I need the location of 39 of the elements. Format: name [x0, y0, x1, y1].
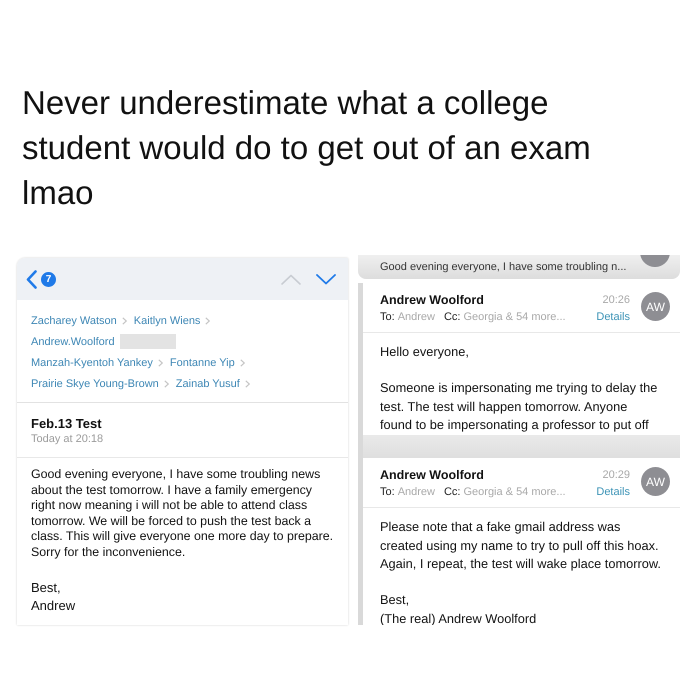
sender-name: Andrew Woolford [380, 467, 485, 484]
details-link[interactable]: Details [596, 309, 630, 326]
post-caption: Never underestimate what a college student would do to get out of an exam lmao [22, 83, 592, 213]
message-body: Please note that a fake gmail address was created using my name to try to pull off this hoax. Again, I repeat, the test will wake place tomorrow. [380, 518, 662, 573]
email-subject: Feb.13 Test [31, 415, 103, 432]
signoff-line: Best, [31, 578, 62, 597]
signoff-line: Best, [380, 591, 410, 609]
details-link[interactable]: Details [596, 484, 630, 501]
cc-recipients[interactable]: Georgia & 54 more... [463, 309, 566, 326]
down-chevron-icon[interactable] [316, 274, 336, 284]
sender-avatar: AW [641, 292, 670, 321]
email-body: Good evening everyone, I have some troubling news about the test tomorrow. I have a family emergency right now meaning i will not be able to attend class tomorrow. We will be forced to push the test back a class. This will give everyone one more day to prepare. Sorry for the inconvenience. [31, 467, 334, 561]
avatar-icon [640, 255, 670, 267]
email-date: Today at 20:18 [31, 432, 104, 447]
back-icon[interactable] [26, 270, 37, 288]
recipient-name[interactable]: Manzah-Kyentoh Yankey [31, 356, 153, 368]
signoff-line: (The real) Andrew Woolford [380, 610, 538, 625]
sender-avatar: AW [641, 467, 670, 496]
message-time: 20:26 [602, 293, 630, 308]
to-label: To: [380, 485, 395, 500]
unread-count-badge: 7 [41, 272, 56, 286]
recipient-name[interactable]: Fontanne Yip [170, 356, 235, 368]
to-recipient[interactable]: Andrew [398, 484, 435, 501]
message-preview: Good evening everyone, I have some troubling n... [380, 261, 628, 273]
cc-label: Cc: [444, 485, 460, 500]
message-body: Someone is impersonating me trying to delay the test. The test will happen tomorrow. Anyone found to be impersonating a professor to put off [380, 379, 658, 434]
recipient-name[interactable]: Kaitlyn Wiens [134, 314, 200, 326]
sender-name: Andrew Woolford [380, 292, 485, 309]
cc-label: Cc: [444, 310, 460, 325]
to-label: To: [380, 310, 395, 325]
signoff-line: Andrew [31, 596, 76, 615]
recipient-name[interactable]: Zacharey Watson [31, 314, 117, 326]
to-recipient[interactable]: Andrew [398, 309, 435, 326]
recipient-name[interactable]: Zainab Yusuf [176, 378, 240, 390]
recipient-name[interactable]: Prairie Skye Young-Brown [31, 378, 159, 390]
cc-recipients[interactable]: Georgia & 54 more... [463, 484, 566, 501]
message-body: Hello everyone, [380, 343, 470, 361]
message-time: 20:29 [602, 468, 630, 483]
recipient-name[interactable]: Andrew.Woolford [31, 336, 115, 348]
